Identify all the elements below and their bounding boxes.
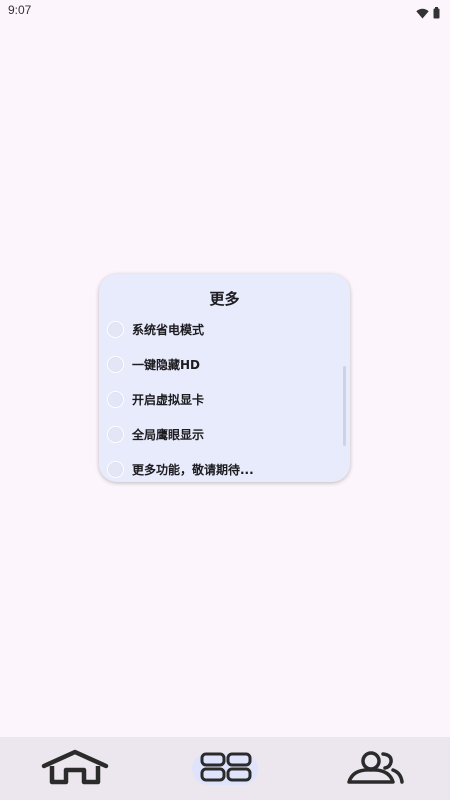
status-bar: 9:07	[0, 0, 450, 24]
option-virtual-gpu[interactable]: 开启虚拟显卡	[107, 386, 337, 412]
people-icon	[343, 750, 407, 788]
radio-button[interactable]	[107, 320, 124, 338]
option-label: 更多功能，敬请期待...	[132, 462, 254, 477]
wifi-icon	[416, 4, 429, 23]
nav-grid[interactable]	[192, 751, 258, 787]
radio-button[interactable]	[107, 425, 124, 443]
status-icons	[416, 4, 440, 23]
home-icon	[41, 749, 109, 789]
dialog-title: 更多	[209, 290, 240, 308]
option-label: 系统省电模式	[132, 322, 205, 337]
bottom-navigation	[0, 737, 450, 800]
option-label: 开启虚拟显卡	[132, 392, 205, 407]
nav-people[interactable]	[340, 751, 410, 787]
option-label: 一键隐藏HD	[132, 357, 201, 372]
radio-button[interactable]	[107, 390, 124, 408]
radio-button[interactable]	[107, 355, 124, 373]
grid-icon	[197, 752, 253, 786]
option-hide-hd[interactable]: 一键隐藏HD	[107, 351, 337, 377]
option-more-features[interactable]: 更多功能，敬请期待...	[107, 456, 337, 482]
option-label: 全局鹰眼显示	[132, 427, 205, 442]
status-time: 9:07	[8, 3, 32, 17]
more-dialog: 更多 系统省电模式 一键隐藏HD 开启虚拟显卡 全局鹰眼显示 更多功能，敬请期待…	[99, 274, 350, 482]
radio-button[interactable]	[107, 460, 124, 478]
battery-icon	[433, 4, 440, 23]
dialog-scrollbar[interactable]	[343, 366, 346, 446]
option-power-saving[interactable]: 系统省电模式	[107, 316, 337, 342]
option-eagle-eye[interactable]: 全局鹰眼显示	[107, 421, 337, 447]
nav-home[interactable]	[40, 749, 110, 789]
